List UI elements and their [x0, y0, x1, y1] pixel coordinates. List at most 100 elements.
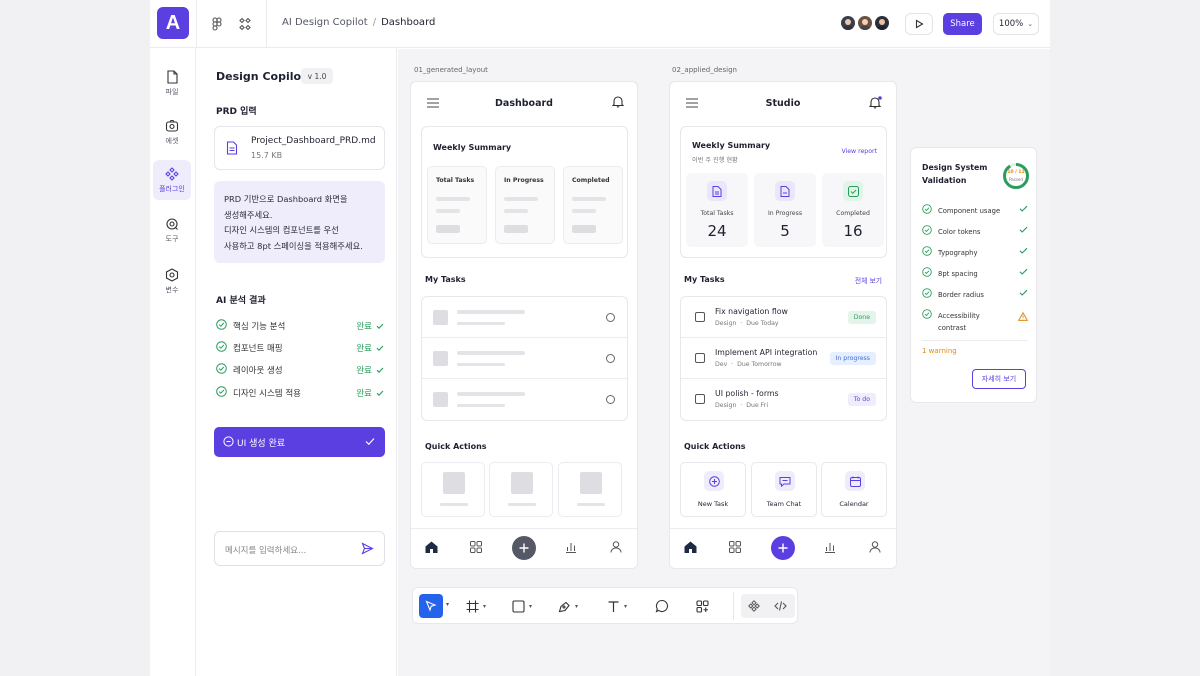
task-row[interactable]: Fix navigation flow Design · Due Today D… [681, 297, 886, 338]
task-title: UI polish - forms [715, 389, 779, 398]
list-item [422, 379, 627, 420]
plugin-icon[interactable] [748, 600, 760, 612]
quick-action-team-chat[interactable]: Team Chat [751, 462, 817, 517]
tool-bar: ▾ ▾ ▾ ▾ ▾ [412, 587, 798, 624]
quick-action-label: Team Chat [766, 500, 802, 508]
components-tool[interactable] [696, 594, 709, 618]
frame-tool[interactable]: ▾ [466, 594, 486, 618]
rectangle-tool[interactable]: ▾ [512, 594, 532, 618]
play-button[interactable] [905, 13, 933, 35]
task-category: Design [715, 402, 737, 409]
profile-icon[interactable] [869, 541, 881, 553]
rail-item-file[interactable]: 파일 [153, 64, 191, 102]
profile-icon[interactable] [610, 541, 622, 553]
comment-tool[interactable] [655, 594, 669, 618]
rail-item-variables[interactable]: 변수 [153, 262, 191, 300]
top-bar: A AI Design Copilot / Dashboard Share 100%… [150, 0, 1050, 48]
section-subtitle: 이번 주 진행 현황 [692, 157, 738, 164]
breadcrumb-root[interactable]: AI Design Copilot [282, 17, 368, 28]
zoom-select[interactable]: 100% ⌄ [993, 13, 1039, 35]
radio-button[interactable] [606, 313, 615, 322]
quick-action-label: Calendar [839, 500, 869, 508]
task-row[interactable]: UI polish - forms Design · Due Fri To do [681, 379, 886, 420]
avatar[interactable] [839, 14, 857, 32]
add-button[interactable] [771, 536, 795, 560]
validation-label: Color tokens [938, 228, 981, 236]
radio-button[interactable] [606, 395, 615, 404]
design-canvas[interactable]: 01_generated_layout 02_applied_design Da… [398, 49, 1050, 676]
grid-icon[interactable] [729, 541, 741, 553]
radio-button[interactable] [606, 354, 615, 363]
message-input[interactable]: 메시지를 입력하세요... [214, 531, 385, 566]
bell-icon[interactable] [869, 95, 883, 109]
chart-icon[interactable] [824, 541, 836, 553]
rail-item-tools[interactable]: 도구 [153, 211, 191, 249]
analysis-label: 핵심 기능 분석 [233, 322, 286, 332]
stat-label: Completed [572, 177, 610, 184]
score-label: Passed [1009, 177, 1023, 182]
quick-action-new-task[interactable]: New Task [680, 462, 746, 517]
pen-tool[interactable]: ▾ [558, 594, 578, 618]
bell-icon[interactable] [612, 95, 624, 108]
home-icon[interactable] [425, 541, 438, 553]
home-icon[interactable] [684, 541, 697, 553]
skeleton-line [457, 310, 525, 314]
grid-icon[interactable] [470, 541, 482, 553]
rectangle-icon [512, 599, 525, 613]
share-button[interactable]: Share [943, 13, 982, 35]
task-checkbox[interactable] [695, 312, 705, 322]
tasks-skeleton-card [421, 296, 628, 421]
prompt-line: PRD 기반으로 Dashboard 화면을 [224, 194, 348, 204]
text-tool[interactable]: ▾ [607, 594, 627, 618]
prompt-bubble: PRD 기반으로 Dashboard 화면을 생성해주세요. 디자인 시스템의 … [214, 181, 385, 263]
chevron-down-icon[interactable]: ▾ [446, 601, 449, 608]
chart-icon[interactable] [565, 541, 577, 553]
see-all-link[interactable]: 전체 보기 [855, 275, 882, 285]
asset-icon [165, 119, 179, 132]
prd-heading: PRD 입력 [216, 107, 257, 117]
avatar[interactable] [856, 14, 874, 32]
skeleton-line [577, 503, 605, 506]
frame-label[interactable]: 01_generated_layout [414, 66, 488, 74]
task-checkbox[interactable] [695, 353, 705, 363]
document-icon [712, 185, 722, 197]
breadcrumb-current[interactable]: Dashboard [381, 17, 435, 28]
validation-card: Design System Validation 10 / 11 Passed C… [910, 147, 1037, 403]
play-icon [915, 19, 924, 29]
move-tool[interactable] [419, 594, 443, 618]
prd-file-card[interactable]: Project_Dashboard_PRD.md 15.7 KB [214, 126, 385, 170]
generated-layout-frame[interactable]: Dashboard Weekly Summary Total Tasks In … [410, 81, 638, 569]
ui-generated-button[interactable]: UI 생성 완료 [214, 427, 385, 457]
validation-label: Border radius [938, 291, 984, 299]
applied-design-frame[interactable]: Studio Weekly Summary 이번 주 진행 현황 View re… [669, 81, 897, 569]
task-category: Dev [715, 361, 728, 368]
rail-item-assets[interactable]: 에셋 [153, 113, 191, 151]
check-circle-icon [922, 225, 932, 235]
rail-item-plugin[interactable]: 플러그인 [153, 160, 191, 200]
view-report-link[interactable]: View report [841, 148, 877, 155]
components-icon[interactable] [235, 14, 255, 34]
check-square-icon [847, 185, 859, 197]
send-icon[interactable] [361, 542, 374, 555]
task-row[interactable]: Implement API integration Dev · Due Tomo… [681, 338, 886, 379]
validation-title-line: Validation [922, 176, 967, 185]
code-icon[interactable] [774, 600, 787, 612]
quick-action-calendar[interactable]: Calendar [821, 462, 887, 517]
check-circle-icon [922, 288, 932, 298]
score-ring-fill [1003, 163, 1029, 189]
avatar[interactable] [873, 14, 891, 32]
task-title: Implement API integration [715, 348, 818, 357]
skeleton-block [580, 472, 602, 494]
skeleton-block [436, 225, 460, 233]
frame-title: Dashboard [495, 98, 553, 109]
add-button[interactable] [512, 536, 536, 560]
validation-label: Accessibility contrast [938, 312, 980, 332]
task-checkbox[interactable] [695, 394, 705, 404]
section-heading: Quick Actions [425, 442, 487, 451]
skeleton-block [504, 225, 528, 233]
app-logo[interactable]: A [157, 7, 189, 39]
status-text: 완료 [356, 366, 372, 376]
view-details-button[interactable]: 자세히 보기 [972, 369, 1026, 389]
figma-icon[interactable] [207, 14, 227, 34]
frame-label[interactable]: 02_applied_design [672, 66, 737, 74]
